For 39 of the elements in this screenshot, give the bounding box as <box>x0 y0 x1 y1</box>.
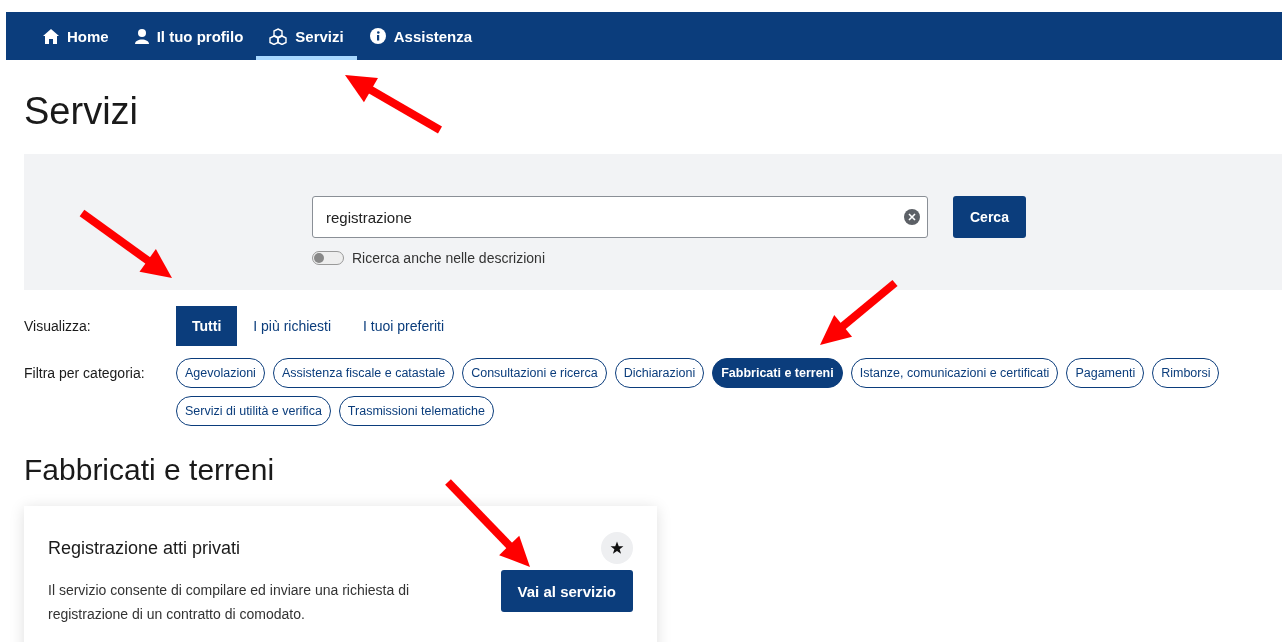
category-chip[interactable]: Servizi di utilità e verifica <box>176 396 331 426</box>
info-icon <box>369 28 386 44</box>
filter-label: Filtra per categoria: <box>24 364 146 383</box>
view-tab[interactable]: I più richiesti <box>237 306 348 346</box>
nav-label: Il tuo profilo <box>156 27 244 45</box>
nav-label: Assistenza <box>393 27 473 45</box>
view-tab[interactable]: Tutti <box>176 306 238 346</box>
category-chip[interactable]: Pagamenti <box>1066 358 1145 388</box>
category-chip[interactable]: Consultazioni e ricerca <box>462 358 607 388</box>
section-title: Fabbricati e terreni <box>24 452 276 488</box>
category-chip[interactable]: Rimborsi <box>1152 358 1220 388</box>
category-chip[interactable]: Trasmissioni telematiche <box>338 396 494 426</box>
card-title: Registrazione atti privati <box>48 537 241 559</box>
view-tab[interactable]: I tuoi preferiti <box>347 306 461 346</box>
nav-tab[interactable]: Servizi <box>256 12 357 60</box>
nav-tab[interactable]: Assistenza <box>356 12 486 60</box>
view-label: Visualizza: <box>24 318 92 334</box>
card-description: Il servizio consente di compilare ed inviare una richiesta di registrazione di un contratto di comodato. <box>48 581 411 624</box>
category-chip[interactable]: Fabbricati e terreni <box>712 358 843 388</box>
clear-icon[interactable] <box>904 209 920 225</box>
nav-tab[interactable]: Il tuo profilo <box>121 12 257 60</box>
category-chip[interactable]: Agevolazioni <box>176 358 265 388</box>
star-icon <box>610 541 624 555</box>
home-icon <box>43 28 59 44</box>
toggle-switch[interactable] <box>312 251 344 265</box>
page-title: Servizi <box>24 89 139 134</box>
service-button[interactable]: Vai al servizio <box>500 570 633 612</box>
category-chip[interactable]: Assistenza fiscale e catastale <box>272 358 455 388</box>
cubes-icon <box>269 27 288 45</box>
category-chip[interactable]: Dichiarazioni <box>614 358 705 388</box>
toggle-label: Ricerca anche nelle descrizioni <box>352 250 545 266</box>
search-field[interactable]: registrazione <box>312 196 928 238</box>
nav-label: Home <box>67 27 109 45</box>
nav-label: Servizi <box>295 27 344 45</box>
search-button[interactable]: Cerca <box>953 196 1026 238</box>
category-chip[interactable]: Istanze, comunicazioni e certificati <box>850 358 1059 388</box>
user-icon <box>134 28 149 44</box>
nav-tab[interactable]: Home <box>30 12 122 60</box>
star-button[interactable] <box>601 532 633 564</box>
